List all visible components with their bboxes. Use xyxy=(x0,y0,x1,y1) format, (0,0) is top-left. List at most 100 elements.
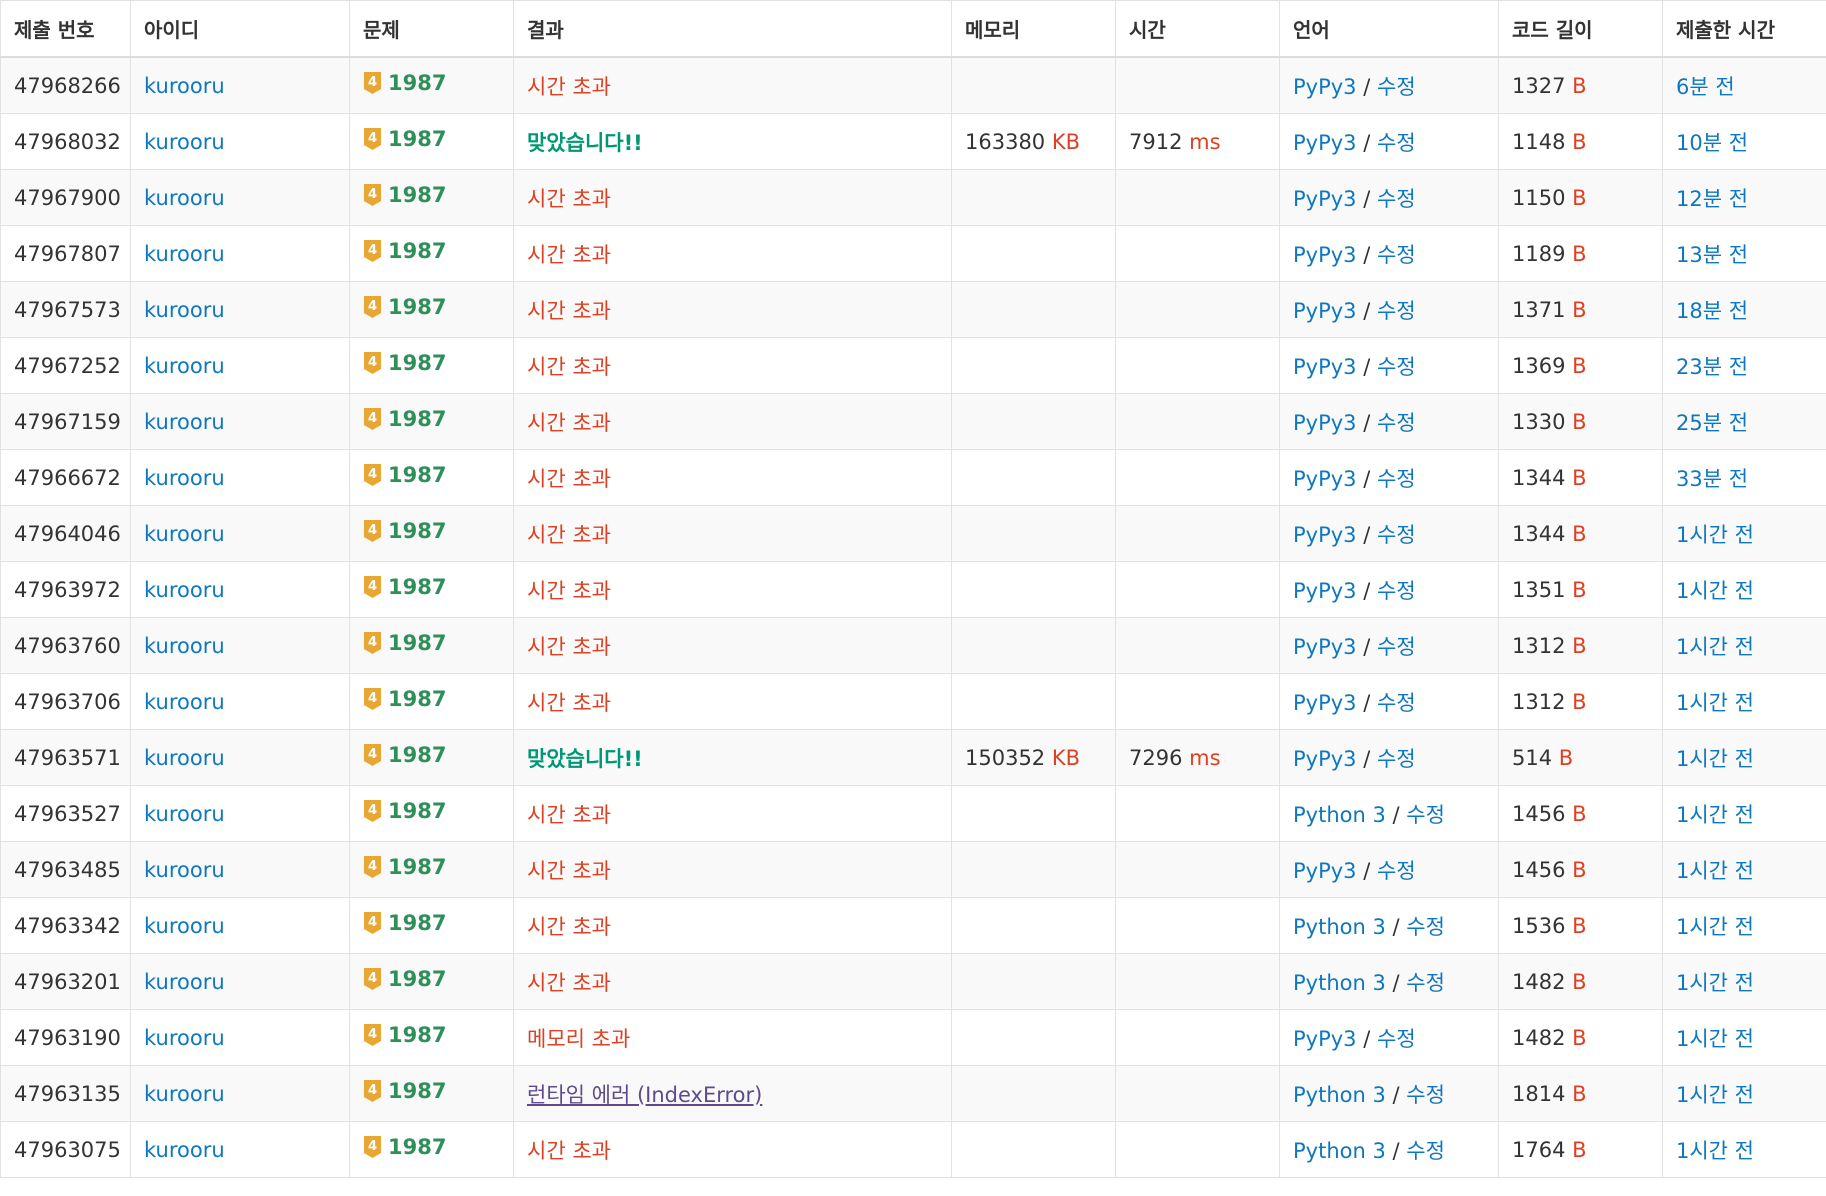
edit-link[interactable]: 수정 xyxy=(1377,523,1416,547)
edit-link[interactable]: 수정 xyxy=(1406,915,1445,939)
user-link[interactable]: kurooru xyxy=(144,634,225,658)
problem-link[interactable]: 4 1987 xyxy=(363,463,446,487)
edit-link[interactable]: 수정 xyxy=(1377,187,1416,211)
user-link[interactable]: kurooru xyxy=(144,466,225,490)
edit-link[interactable]: 수정 xyxy=(1377,411,1416,435)
user-link[interactable]: kurooru xyxy=(144,298,225,322)
language-link[interactable]: PyPy3 xyxy=(1293,859,1357,883)
problem-link[interactable]: 4 1987 xyxy=(363,407,446,431)
user-link[interactable]: kurooru xyxy=(144,578,225,602)
language-link[interactable]: Python 3 xyxy=(1293,803,1386,827)
edit-link[interactable]: 수정 xyxy=(1377,75,1416,99)
edit-link[interactable]: 수정 xyxy=(1377,859,1416,883)
submitted-at-link[interactable]: 1시간 전 xyxy=(1676,523,1754,547)
problem-link[interactable]: 4 1987 xyxy=(363,351,446,375)
problem-link[interactable]: 4 1987 xyxy=(363,1023,446,1047)
language-link[interactable]: Python 3 xyxy=(1293,1139,1386,1163)
user-link[interactable]: kurooru xyxy=(144,914,225,938)
submitted-at-link[interactable]: 33분 전 xyxy=(1676,467,1748,491)
language-link[interactable]: Python 3 xyxy=(1293,915,1386,939)
problem-link[interactable]: 4 1987 xyxy=(363,1079,446,1103)
submitted-at-link[interactable]: 23분 전 xyxy=(1676,355,1748,379)
language-link[interactable]: PyPy3 xyxy=(1293,131,1357,155)
user-link[interactable]: kurooru xyxy=(144,74,225,98)
edit-link[interactable]: 수정 xyxy=(1377,467,1416,491)
problem-link[interactable]: 4 1987 xyxy=(363,239,446,263)
submitted-at-link[interactable]: 1시간 전 xyxy=(1676,971,1754,995)
language-link[interactable]: PyPy3 xyxy=(1293,691,1357,715)
edit-link[interactable]: 수정 xyxy=(1377,747,1416,771)
submitted-at-link[interactable]: 1시간 전 xyxy=(1676,1139,1754,1163)
submitted-at-link[interactable]: 1시간 전 xyxy=(1676,803,1754,827)
user-link[interactable]: kurooru xyxy=(144,858,225,882)
user-link[interactable]: kurooru xyxy=(144,186,225,210)
submitted-at-link[interactable]: 1시간 전 xyxy=(1676,691,1754,715)
problem-link[interactable]: 4 1987 xyxy=(363,71,446,95)
language-link[interactable]: PyPy3 xyxy=(1293,355,1357,379)
edit-link[interactable]: 수정 xyxy=(1377,131,1416,155)
user-link[interactable]: kurooru xyxy=(144,1026,225,1050)
problem-link[interactable]: 4 1987 xyxy=(363,967,446,991)
user-link[interactable]: kurooru xyxy=(144,970,225,994)
edit-link[interactable]: 수정 xyxy=(1406,1083,1445,1107)
problem-link[interactable]: 4 1987 xyxy=(363,855,446,879)
problem-link[interactable]: 4 1987 xyxy=(363,911,446,935)
user-link[interactable]: kurooru xyxy=(144,746,225,770)
problem-link[interactable]: 4 1987 xyxy=(363,799,446,823)
edit-link[interactable]: 수정 xyxy=(1406,803,1445,827)
submitted-at-link[interactable]: 1시간 전 xyxy=(1676,859,1754,883)
language-link[interactable]: PyPy3 xyxy=(1293,411,1357,435)
edit-link[interactable]: 수정 xyxy=(1406,971,1445,995)
user-link[interactable]: kurooru xyxy=(144,354,225,378)
language-link[interactable]: PyPy3 xyxy=(1293,299,1357,323)
submitted-at-link[interactable]: 1시간 전 xyxy=(1676,635,1754,659)
language-link[interactable]: Python 3 xyxy=(1293,971,1386,995)
language-link[interactable]: PyPy3 xyxy=(1293,523,1357,547)
language-link[interactable]: PyPy3 xyxy=(1293,243,1357,267)
user-link[interactable]: kurooru xyxy=(144,802,225,826)
edit-link[interactable]: 수정 xyxy=(1377,579,1416,603)
edit-link[interactable]: 수정 xyxy=(1377,691,1416,715)
problem-link[interactable]: 4 1987 xyxy=(363,631,446,655)
submitted-at-link[interactable]: 12분 전 xyxy=(1676,187,1748,211)
result-text[interactable]: 런타임 에러 (IndexError) xyxy=(527,1083,762,1107)
submitted-at-link[interactable]: 10분 전 xyxy=(1676,131,1748,155)
submitted-at-link[interactable]: 25분 전 xyxy=(1676,411,1748,435)
language-link[interactable]: PyPy3 xyxy=(1293,579,1357,603)
problem-link[interactable]: 4 1987 xyxy=(363,1135,446,1159)
language-link[interactable]: PyPy3 xyxy=(1293,747,1357,771)
submitted-at-link[interactable]: 1시간 전 xyxy=(1676,579,1754,603)
edit-link[interactable]: 수정 xyxy=(1406,1139,1445,1163)
submitted-at-link[interactable]: 18분 전 xyxy=(1676,299,1748,323)
user-link[interactable]: kurooru xyxy=(144,410,225,434)
problem-link[interactable]: 4 1987 xyxy=(363,295,446,319)
user-link[interactable]: kurooru xyxy=(144,1082,225,1106)
submitted-at-link[interactable]: 1시간 전 xyxy=(1676,747,1754,771)
edit-link[interactable]: 수정 xyxy=(1377,243,1416,267)
edit-link[interactable]: 수정 xyxy=(1377,1027,1416,1051)
edit-link[interactable]: 수정 xyxy=(1377,635,1416,659)
submitted-at-link[interactable]: 1시간 전 xyxy=(1676,1027,1754,1051)
submitted-at-link[interactable]: 13분 전 xyxy=(1676,243,1748,267)
submitted-at-link[interactable]: 6분 전 xyxy=(1676,75,1735,99)
language-link[interactable]: PyPy3 xyxy=(1293,467,1357,491)
problem-link[interactable]: 4 1987 xyxy=(363,743,446,767)
problem-link[interactable]: 4 1987 xyxy=(363,127,446,151)
problem-link[interactable]: 4 1987 xyxy=(363,575,446,599)
user-link[interactable]: kurooru xyxy=(144,690,225,714)
problem-link[interactable]: 4 1987 xyxy=(363,183,446,207)
language-link[interactable]: PyPy3 xyxy=(1293,75,1357,99)
user-link[interactable]: kurooru xyxy=(144,1138,225,1162)
edit-link[interactable]: 수정 xyxy=(1377,299,1416,323)
language-link[interactable]: PyPy3 xyxy=(1293,635,1357,659)
problem-link[interactable]: 4 1987 xyxy=(363,687,446,711)
user-link[interactable]: kurooru xyxy=(144,522,225,546)
language-link[interactable]: PyPy3 xyxy=(1293,1027,1357,1051)
user-link[interactable]: kurooru xyxy=(144,242,225,266)
problem-link[interactable]: 4 1987 xyxy=(363,519,446,543)
language-link[interactable]: PyPy3 xyxy=(1293,187,1357,211)
user-link[interactable]: kurooru xyxy=(144,130,225,154)
submitted-at-link[interactable]: 1시간 전 xyxy=(1676,1083,1754,1107)
edit-link[interactable]: 수정 xyxy=(1377,355,1416,379)
language-link[interactable]: Python 3 xyxy=(1293,1083,1386,1107)
